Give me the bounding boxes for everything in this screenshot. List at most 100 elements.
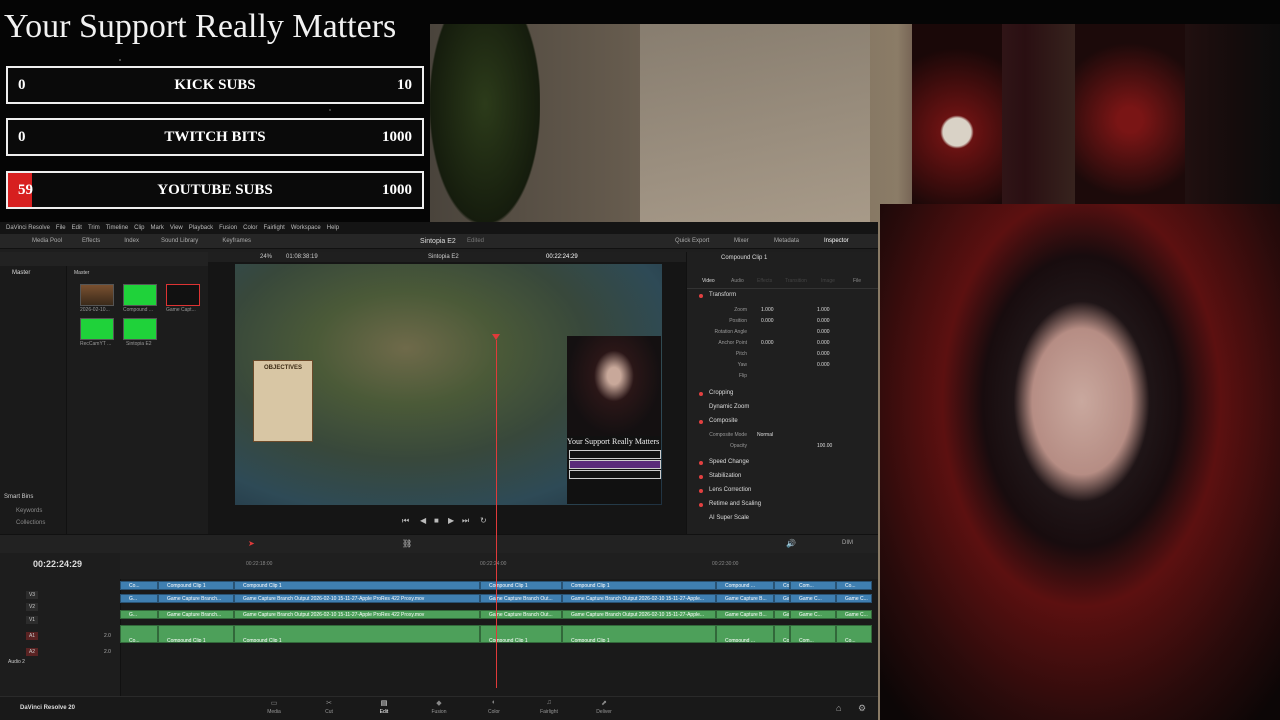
dim-button[interactable]: DIM bbox=[842, 540, 853, 546]
zoom-y-value[interactable]: 1.000 bbox=[817, 307, 830, 313]
track-a1[interactable]: A1 bbox=[26, 632, 38, 640]
timeline-clip[interactable]: Game C... bbox=[790, 594, 836, 603]
timeline-clip[interactable]: Game Capture Branch Output 2026-02-10 15… bbox=[562, 594, 716, 603]
page-edit[interactable]: Edit bbox=[364, 709, 404, 715]
menu-item[interactable]: Timeline bbox=[106, 225, 128, 231]
section-stabilization[interactable]: Stabilization bbox=[709, 473, 741, 479]
tab-video[interactable]: Video bbox=[702, 278, 715, 284]
menu-item[interactable]: Workspace bbox=[291, 225, 321, 231]
pitch-value[interactable]: 0.000 bbox=[817, 351, 830, 357]
timeline-clip[interactable]: G... bbox=[120, 594, 158, 603]
smart-bin-collections[interactable]: Collections bbox=[16, 520, 45, 526]
section-enabled-indicator[interactable] bbox=[699, 420, 703, 424]
metadata-button[interactable]: Metadata bbox=[774, 238, 799, 244]
audio-clip[interactable]: Game Capture Branch... bbox=[158, 610, 234, 619]
menu-item[interactable]: Trim bbox=[88, 225, 100, 231]
page-cut[interactable]: Cut bbox=[309, 709, 349, 715]
menu-item[interactable]: Clip bbox=[134, 225, 144, 231]
playhead-line[interactable] bbox=[496, 340, 497, 688]
timeline-clip[interactable]: Game Capture Branch Output 2026-02-10 15… bbox=[234, 594, 480, 603]
home-icon[interactable]: ⌂ bbox=[836, 703, 841, 713]
inspector-button[interactable]: Inspector bbox=[824, 238, 849, 244]
skip-forward-icon[interactable]: ⏭ bbox=[462, 516, 469, 526]
audio-clip[interactable]: Co... bbox=[120, 625, 158, 643]
tab-audio[interactable]: Audio bbox=[731, 278, 744, 284]
section-enabled-indicator[interactable] bbox=[699, 461, 703, 465]
timeline-clip[interactable]: Game Capture Branch Out... bbox=[480, 594, 562, 603]
opacity-value[interactable]: 100.00 bbox=[817, 443, 832, 449]
section-enabled-indicator[interactable] bbox=[699, 503, 703, 507]
tab-file[interactable]: File bbox=[853, 278, 861, 284]
audio-clip[interactable]: Game Capture B... bbox=[716, 610, 774, 619]
menu-item[interactable]: Fairlight bbox=[263, 225, 284, 231]
play-reverse-icon[interactable]: ◀ bbox=[420, 516, 426, 525]
deliver-page-icon[interactable]: ⬈ bbox=[584, 699, 624, 707]
timeline-clip[interactable]: Compound Clip 1 bbox=[158, 581, 234, 590]
section-enabled-indicator[interactable] bbox=[699, 294, 703, 298]
color-page-icon[interactable]: ◐ bbox=[474, 699, 514, 706]
audio-clip[interactable]: Game C... bbox=[836, 610, 872, 619]
track-v1[interactable]: V1 bbox=[26, 616, 38, 624]
section-retime-scaling[interactable]: Retime and Scaling bbox=[709, 501, 761, 507]
tab-image[interactable]: Image bbox=[821, 278, 835, 284]
fairlight-page-icon[interactable]: ♫ bbox=[529, 699, 569, 706]
section-lens-correction[interactable]: Lens Correction bbox=[709, 487, 751, 493]
tab-transition[interactable]: Transition bbox=[785, 278, 807, 284]
index-button[interactable]: Index bbox=[124, 238, 139, 244]
timeline-clip[interactable]: Compound Clip 1 bbox=[562, 581, 716, 590]
menu-item[interactable]: Playback bbox=[189, 225, 213, 231]
media-page-icon[interactable]: ▭ bbox=[254, 699, 294, 707]
loop-icon[interactable]: ↻ bbox=[480, 516, 487, 525]
zoom-level[interactable]: 24% bbox=[260, 254, 272, 260]
position-y-value[interactable]: 0.000 bbox=[817, 318, 830, 324]
page-color[interactable]: Color bbox=[474, 709, 514, 715]
viewer-clip-name[interactable]: Sintopia E2 bbox=[428, 254, 459, 260]
timeline-clip[interactable]: Co... bbox=[774, 581, 790, 590]
track-v2[interactable]: V2 bbox=[26, 603, 38, 611]
audio-clip[interactable]: Compound Clip 1 bbox=[562, 625, 716, 643]
section-speed-change[interactable]: Speed Change bbox=[709, 459, 749, 465]
audio-clip[interactable]: Game C... bbox=[790, 610, 836, 619]
menu-item[interactable]: File bbox=[56, 225, 66, 231]
timeline-clip[interactable]: Co... bbox=[120, 581, 158, 590]
smart-bin-keywords[interactable]: Keywords bbox=[16, 508, 42, 514]
yaw-value[interactable]: 0.000 bbox=[817, 362, 830, 368]
audio-clip[interactable]: Com... bbox=[790, 625, 836, 643]
audio-clip[interactable]: Compound Clip 1 bbox=[158, 625, 234, 643]
stop-icon[interactable]: ■ bbox=[434, 516, 439, 525]
menu-item[interactable]: Color bbox=[243, 225, 257, 231]
section-ai-super-scale[interactable]: AI Super Scale bbox=[709, 515, 749, 521]
sound-library-button[interactable]: Sound Library bbox=[161, 238, 198, 244]
audio-clip[interactable]: Game Capture Branch Out... bbox=[480, 610, 562, 619]
timeline-ruler[interactable]: 00:22:18:00 00:22:24:00 00:22:30:00 bbox=[120, 553, 878, 579]
cut-page-icon[interactable]: ✂ bbox=[309, 699, 349, 707]
quick-export-button[interactable]: Quick Export bbox=[675, 238, 709, 244]
section-transform[interactable]: Transform bbox=[709, 292, 736, 298]
menu-item[interactable]: DaVinci Resolve bbox=[6, 225, 50, 231]
link-icon[interactable]: ⛓ bbox=[402, 539, 412, 548]
menu-item[interactable]: View bbox=[170, 225, 183, 231]
audio-clip[interactable]: Co... bbox=[836, 625, 872, 643]
audio-clip[interactable]: Game Capture Branch Output 2026-02-10 15… bbox=[562, 610, 716, 619]
skip-back-icon[interactable]: ⏮ bbox=[402, 516, 409, 526]
menu-item[interactable]: Mark bbox=[151, 225, 164, 231]
timeline-clip[interactable]: Game Capture Branch... bbox=[158, 594, 234, 603]
audio-clip[interactable]: Compound ... bbox=[716, 625, 774, 643]
play-icon[interactable]: ▶ bbox=[448, 516, 454, 525]
anchor-y-value[interactable]: 0.000 bbox=[817, 340, 830, 346]
audio-clip[interactable]: Compound Clip 1 bbox=[234, 625, 480, 643]
position-x-value[interactable]: 0.000 bbox=[761, 318, 774, 324]
selection-tool-icon[interactable]: ➤ bbox=[248, 539, 255, 548]
page-fusion[interactable]: Fusion bbox=[419, 709, 459, 715]
section-composite[interactable]: Composite bbox=[709, 418, 738, 424]
page-media[interactable]: Media bbox=[254, 709, 294, 715]
media-thumb[interactable] bbox=[123, 284, 157, 306]
timeline-clip[interactable]: Ga... bbox=[774, 594, 790, 603]
media-pool-button[interactable]: Media Pool bbox=[32, 238, 62, 244]
timeline-clip[interactable]: Game C... bbox=[836, 594, 872, 603]
gear-icon[interactable]: ⚙ bbox=[858, 703, 866, 714]
page-fairlight[interactable]: Fairlight bbox=[529, 709, 569, 715]
effects-button[interactable]: Effects bbox=[82, 238, 100, 244]
media-thumb-selected[interactable] bbox=[166, 284, 200, 306]
edit-page-icon[interactable]: ▤ bbox=[364, 699, 404, 707]
